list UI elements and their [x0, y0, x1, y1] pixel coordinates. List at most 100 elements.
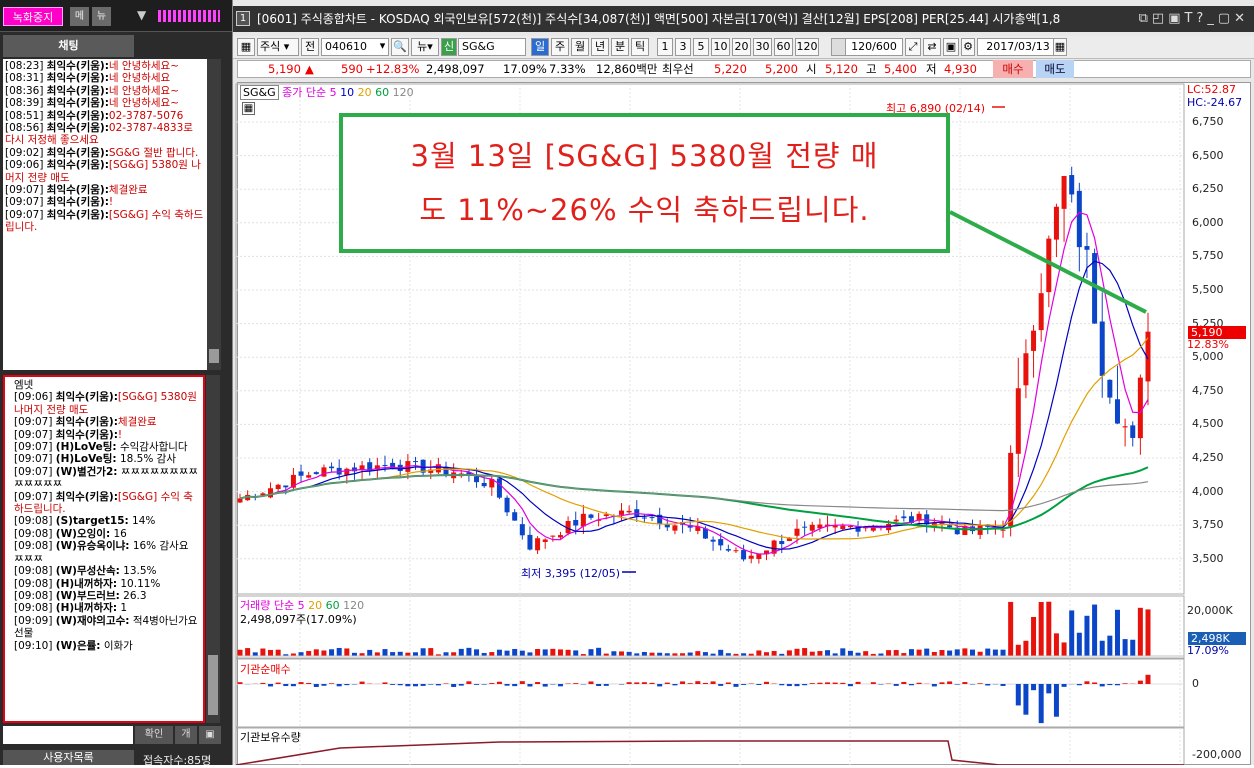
inst-bar: [527, 684, 532, 687]
inst-bar: [634, 682, 639, 684]
volume-bar: [947, 651, 952, 656]
inst-bar: [505, 684, 510, 686]
volume-bar: [421, 648, 426, 656]
candle-body: [703, 528, 708, 538]
volume-bar: [314, 649, 319, 656]
inst-bar: [390, 684, 395, 685]
candle-body: [1077, 191, 1082, 247]
volume-bar: [886, 650, 891, 656]
candle-body: [650, 517, 655, 518]
volume-bar: [299, 652, 304, 656]
volume-bar: [466, 648, 471, 656]
inst-bar: [1123, 683, 1128, 684]
price-tick: 6,000: [1192, 216, 1252, 229]
candle-body: [550, 536, 555, 537]
volume-bar: [1123, 639, 1128, 656]
inst-bar: [642, 682, 647, 684]
volume-bar: [795, 649, 800, 656]
candle-body: [581, 514, 586, 527]
price-tick: 5,000: [1192, 350, 1252, 363]
inst-bar: [588, 681, 593, 684]
candle-body: [756, 554, 761, 559]
price-legend-label: 종가 단순: [282, 86, 326, 99]
volume-bar: [1016, 645, 1021, 656]
volume-bar: [848, 651, 853, 656]
volume-bar: [1054, 633, 1059, 656]
candle-body: [1023, 353, 1028, 385]
volume-bar: [428, 648, 433, 656]
volume-bar: [1130, 640, 1135, 656]
candle-body: [527, 535, 532, 550]
volume-bar: [558, 649, 563, 656]
candle-body: [672, 525, 677, 530]
price-tick: 6,750: [1192, 115, 1252, 128]
inst-bar: [672, 684, 677, 685]
inst-bar: [360, 682, 365, 684]
volume-bar: [588, 649, 593, 656]
volume-bar: [527, 652, 532, 656]
volume-value: 2,498,097주(17.09%): [240, 611, 357, 627]
candle-body: [299, 471, 304, 475]
volume-bar: [413, 652, 418, 656]
volume-bar: [787, 650, 792, 656]
inst-bar: [901, 682, 906, 684]
volume-bar: [1107, 636, 1112, 656]
inst-bar: [1016, 684, 1021, 705]
candle-body: [1001, 530, 1006, 531]
candle-body: [512, 512, 517, 520]
inst-bar: [1001, 684, 1006, 686]
inst-bar: [756, 684, 761, 685]
current-pct-label: 12.83%: [1187, 338, 1247, 351]
inst-bar: [337, 684, 342, 686]
inst-bar: [1031, 684, 1036, 690]
volume-bar: [505, 651, 510, 656]
inst-bar: [939, 682, 944, 684]
volume-bar: [817, 651, 822, 656]
candle-body: [1016, 388, 1021, 454]
volume-bar: [321, 651, 326, 656]
volume-bar: [894, 650, 899, 656]
inst-bar: [817, 683, 822, 684]
annotation-line2: 도 11%~26% 수익 축하드립니다.: [343, 183, 946, 237]
volume-bar: [238, 650, 243, 656]
candle-body: [1107, 380, 1112, 398]
candle-body: [642, 518, 647, 519]
inst-bar: [894, 684, 899, 686]
volume-bar: [337, 648, 342, 656]
volume-bar: [695, 651, 700, 656]
candle-body: [749, 556, 754, 559]
inst-bar: [306, 683, 311, 684]
volume-axis-tick: 20,000K: [1187, 604, 1247, 617]
inst-bar: [1039, 684, 1044, 723]
inst-bar: [520, 681, 525, 684]
inst-bar: [535, 682, 540, 684]
ma60-label: 60: [375, 86, 389, 99]
inst-bar: [291, 684, 296, 686]
inst-bar: [444, 683, 449, 684]
inst-bar: [405, 684, 410, 686]
volume-bar: [398, 652, 403, 656]
inst-bar: [810, 683, 815, 684]
candle-body: [268, 488, 273, 497]
ma20-label: 20: [358, 86, 372, 99]
volume-bar: [1062, 642, 1067, 656]
candle-body: [1031, 331, 1036, 351]
candle-body: [947, 525, 952, 527]
volume-bar: [474, 649, 479, 656]
inst-bar: [779, 684, 784, 685]
table-icon[interactable]: ▦: [242, 102, 255, 115]
volume-bar: [276, 650, 281, 656]
inst-bar: [283, 684, 288, 686]
price-tick: 5,750: [1192, 249, 1252, 262]
inst-bar: [459, 684, 464, 686]
inst-bar: [260, 683, 265, 684]
volume-bar: [245, 648, 250, 656]
candle-body: [619, 511, 624, 515]
inst-bar: [833, 683, 838, 684]
volume-bar: [1084, 616, 1089, 656]
inst-net-legend: 기관순매수: [240, 661, 291, 677]
candle-body: [1100, 322, 1105, 376]
inst-bar: [665, 683, 670, 684]
candle-body: [535, 538, 540, 550]
inst-bar: [718, 684, 723, 686]
